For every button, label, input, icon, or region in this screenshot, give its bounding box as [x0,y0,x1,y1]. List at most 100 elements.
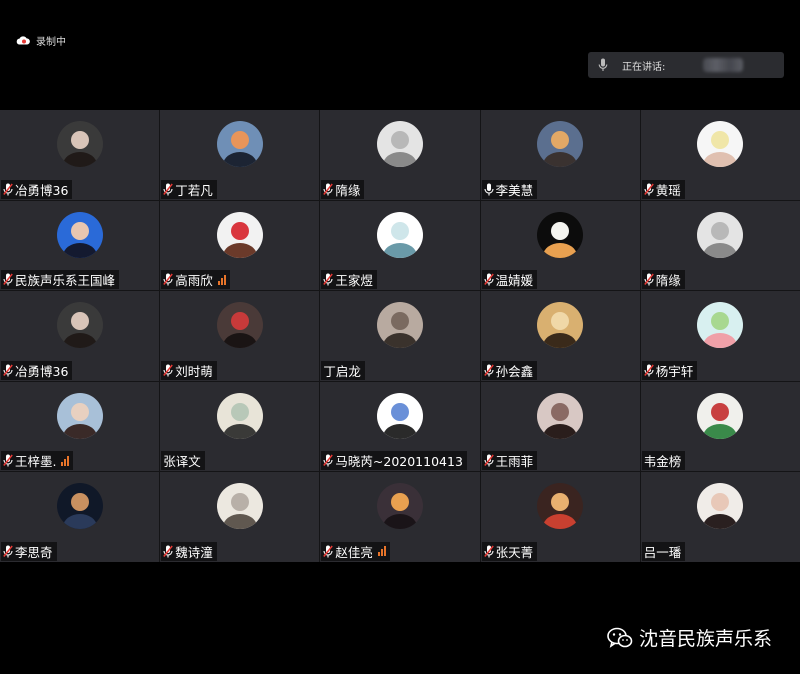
avatar [376,392,423,439]
participant-tile[interactable]: 温婧媛 [480,200,640,291]
participant-name-tag: 韦金榜 [641,451,686,471]
participant-tile[interactable]: 隋缘 [320,110,480,200]
avatar [56,483,103,530]
avatar [376,302,423,349]
mic-muted-icon [483,364,494,377]
participant-name: 杨宇轩 [655,363,694,379]
participant-name-tag: 魏诗潼 [161,541,217,561]
participant-name: 黄瑶 [655,182,681,198]
speaking-label: 正在讲话: [622,61,666,73]
participant-name-tag: 冶勇博36 [1,360,73,380]
mic-muted-icon [163,364,173,377]
participant-name: 张译文 [163,454,201,470]
participant-tile[interactable]: 孙会鑫 [480,291,640,381]
participant-name-tag: 孙会鑫 [481,360,538,380]
participant-tile[interactable]: 王梓墨. [0,381,160,472]
speaker-name-blurred [703,58,744,72]
wechat-icon [607,627,633,649]
participant-name: 隋缘 [335,182,361,198]
participant-tile[interactable]: 赵佳亮 [320,472,480,562]
participant-name: 韦金榜 [643,454,682,470]
mic-muted-icon [3,273,13,286]
participant-name-tag: 吕一璠 [641,541,686,561]
avatar [376,211,423,258]
participant-name-tag: 李美慧 [481,179,538,199]
mic-muted-icon [483,273,494,286]
signal-strength-icon [61,455,70,466]
mic-muted-icon [644,273,654,286]
recording-label: 录制中 [36,37,66,48]
participant-tile[interactable]: 张天菁 [480,472,640,562]
participant-name-tag: 张天菁 [481,541,538,561]
avatar [537,121,584,167]
participant-tile[interactable]: 李思奇 [0,472,160,562]
mic-muted-icon [323,183,334,196]
avatar [376,121,423,167]
participant-name: 刘时萌 [175,363,213,379]
mic-muted-icon [323,454,334,467]
signal-strength-icon [217,274,226,285]
mic-muted-icon [3,454,13,467]
mic-muted-icon [3,545,13,558]
participant-name: 孙会鑫 [495,363,534,379]
participant-name-tag: 马晓芮~2020110413 [321,451,467,471]
mic-muted-icon [323,545,334,558]
participant-name-tag: 王梓墨. [1,451,74,471]
mic-muted-icon [3,364,13,377]
participant-tile[interactable]: 黄瑶 [640,110,800,200]
microphone-icon [598,58,608,72]
watermark-label: 沈音民族声乐系 [638,628,772,650]
participant-name-tag: 李思奇 [1,541,57,561]
participant-name: 王家煜 [335,273,373,289]
participant-tile[interactable]: 高雨欣 [160,200,320,291]
avatar [697,302,744,349]
participant-name: 隋缘 [655,273,681,289]
avatar [376,483,423,530]
participant-name-tag: 刘时萌 [161,360,217,380]
participant-tile[interactable]: 丁若凡 [160,110,320,200]
participant-tile[interactable]: 冶勇博36 [0,291,160,381]
participant-name-tag: 王雨菲 [481,451,538,471]
participant-tile[interactable]: 马晓芮~2020110413 [320,381,480,472]
avatar [216,392,263,439]
participant-name-tag: 温婧媛 [481,270,538,290]
participant-tile[interactable]: 韦金榜 [640,381,800,472]
participant-tile[interactable]: 吕一璠 [640,472,800,562]
mic-muted-icon [483,454,494,467]
avatar [56,121,103,167]
participant-name: 李美慧 [495,182,534,198]
participant-tile[interactable]: 魏诗潼 [160,472,320,562]
participant-tile[interactable]: 民族声乐系王国峰 [0,200,160,291]
mic-muted-icon [163,183,173,196]
avatar [216,483,263,530]
participant-tile[interactable]: 杨宇轩 [640,291,800,381]
participant-tile[interactable]: 隋缘 [640,200,800,291]
mic-muted-icon [163,545,173,558]
participant-name: 王雨菲 [495,454,534,470]
participant-name: 丁启龙 [323,363,361,379]
participant-name: 吕一璠 [643,544,682,560]
mic-muted-icon [3,183,13,196]
participant-name-tag: 黄瑶 [641,179,685,199]
avatar [697,392,744,439]
participant-name: 高雨欣 [175,273,213,289]
participant-tile[interactable]: 冶勇博36 [0,110,160,200]
avatar [216,121,263,167]
avatar [216,302,263,349]
participant-name-tag: 丁若凡 [161,179,217,199]
participant-tile[interactable]: 王雨菲 [480,381,640,472]
participant-tile[interactable]: 王家煜 [320,200,480,291]
avatar [697,211,744,258]
participant-name-tag: 冶勇博36 [1,179,73,199]
watermark: 沈音民族声乐系 [607,624,772,651]
participant-tile[interactable]: 张译文 [160,381,320,472]
participant-tile[interactable]: 丁启龙 [320,291,480,381]
avatar [56,302,103,349]
participant-name-tag: 杨宇轩 [641,360,698,380]
participant-tile[interactable]: 李美慧 [480,110,640,200]
avatar [537,392,584,439]
mic-muted-icon [644,364,654,377]
speaking-indicator: 正在讲话: [588,52,784,78]
participant-tile[interactable]: 刘时萌 [160,291,320,381]
mic-muted-icon [323,273,334,286]
